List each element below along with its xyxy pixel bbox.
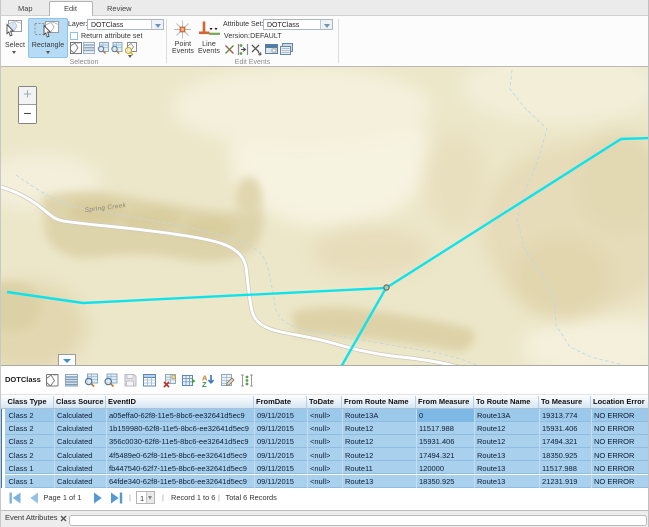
svg-text:Z: Z (202, 380, 207, 389)
